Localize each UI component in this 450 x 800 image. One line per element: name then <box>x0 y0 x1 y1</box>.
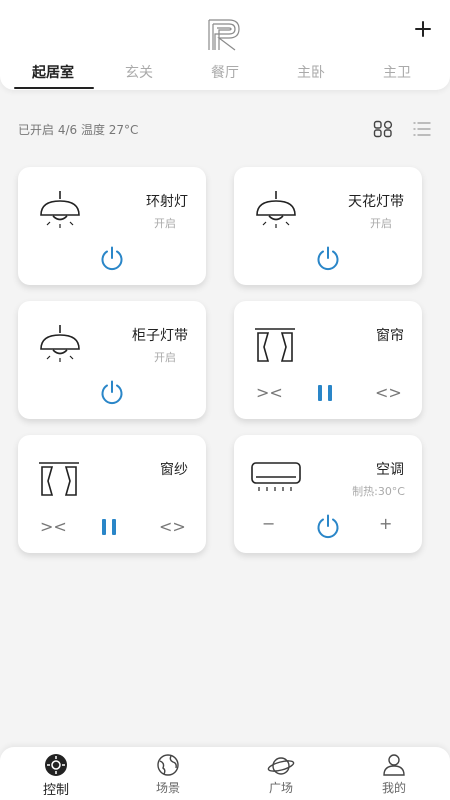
ceiling-lamp-icon <box>40 191 80 228</box>
top-header: 起居室 玄关 餐厅 主卧 主卫 <box>0 0 450 90</box>
pause-button[interactable] <box>102 519 120 535</box>
tab-entrance[interactable]: 玄关 <box>96 62 182 88</box>
device-name: 环射灯 <box>146 194 188 210</box>
power-button[interactable] <box>99 245 125 271</box>
tab-master-bathroom[interactable]: 主卫 <box>354 62 440 88</box>
nav-label: 我的 <box>381 781 406 795</box>
device-card[interactable]: 窗帘 >< <> <box>234 301 422 419</box>
tab-master-bedroom[interactable]: 主卧 <box>268 62 354 88</box>
device-state: 开启 <box>154 217 176 230</box>
tab-living-room[interactable]: 起居室 <box>10 62 96 89</box>
power-button[interactable] <box>315 245 341 271</box>
nav-profile[interactable]: 我的 <box>354 747 434 800</box>
device-name: 天花灯带 <box>348 194 404 210</box>
tab-dining-room[interactable]: 餐厅 <box>182 62 268 88</box>
device-name: 空调 <box>376 462 404 478</box>
nav-plaza[interactable]: 广场 <box>241 747 321 800</box>
pause-button[interactable] <box>318 385 336 401</box>
open-curtain-button[interactable]: <> <box>375 383 402 402</box>
air-conditioner-icon <box>251 462 301 491</box>
device-card[interactable]: 柜子灯带 开启 <box>18 301 206 419</box>
device-card[interactable]: 环射灯 开启 <box>18 167 206 285</box>
control-icon <box>45 754 67 776</box>
grid-view-icon[interactable] <box>373 120 393 138</box>
nav-label: 广场 <box>268 781 293 795</box>
nav-control[interactable]: 控制 <box>16 747 96 800</box>
close-curtain-button[interactable]: >< <box>256 383 283 402</box>
profile-icon <box>383 754 405 776</box>
scene-icon <box>157 754 179 776</box>
device-state: 开启 <box>370 217 392 230</box>
device-name: 窗纱 <box>160 462 188 478</box>
room-tabs: 起居室 玄关 餐厅 主卧 主卫 <box>10 62 440 89</box>
ceiling-lamp-icon <box>256 191 296 228</box>
temperature-increase-button[interactable]: + <box>379 514 392 533</box>
curtain-icon <box>255 328 295 362</box>
device-state: 制热:30°C <box>352 485 405 498</box>
device-card[interactable]: 天花灯带 开启 <box>234 167 422 285</box>
curtain-icon <box>39 462 79 496</box>
device-state: 开启 <box>154 351 176 364</box>
device-name: 窗帘 <box>376 328 404 344</box>
device-card[interactable]: 空调 制热:30°C − + <box>234 435 422 553</box>
nav-label: 控制 <box>42 783 69 798</box>
nav-label: 场景 <box>155 781 180 795</box>
power-button[interactable] <box>315 513 341 539</box>
open-curtain-button[interactable]: <> <box>159 517 186 536</box>
list-view-icon[interactable] <box>412 120 432 138</box>
power-button[interactable] <box>99 379 125 405</box>
device-name: 柜子灯带 <box>132 328 188 344</box>
app-logo-icon <box>208 19 240 51</box>
plaza-icon <box>267 757 295 775</box>
bottom-navigation: 控制 场景 广场 我的 <box>0 747 450 800</box>
ceiling-lamp-icon <box>40 325 80 362</box>
close-curtain-button[interactable]: >< <box>40 517 67 536</box>
add-button[interactable] <box>412 18 434 40</box>
nav-scene[interactable]: 场景 <box>128 747 208 800</box>
status-summary: 已开启 4/6 温度 27°C <box>18 123 139 137</box>
temperature-decrease-button[interactable]: − <box>262 514 275 533</box>
device-card[interactable]: 窗纱 >< <> <box>18 435 206 553</box>
